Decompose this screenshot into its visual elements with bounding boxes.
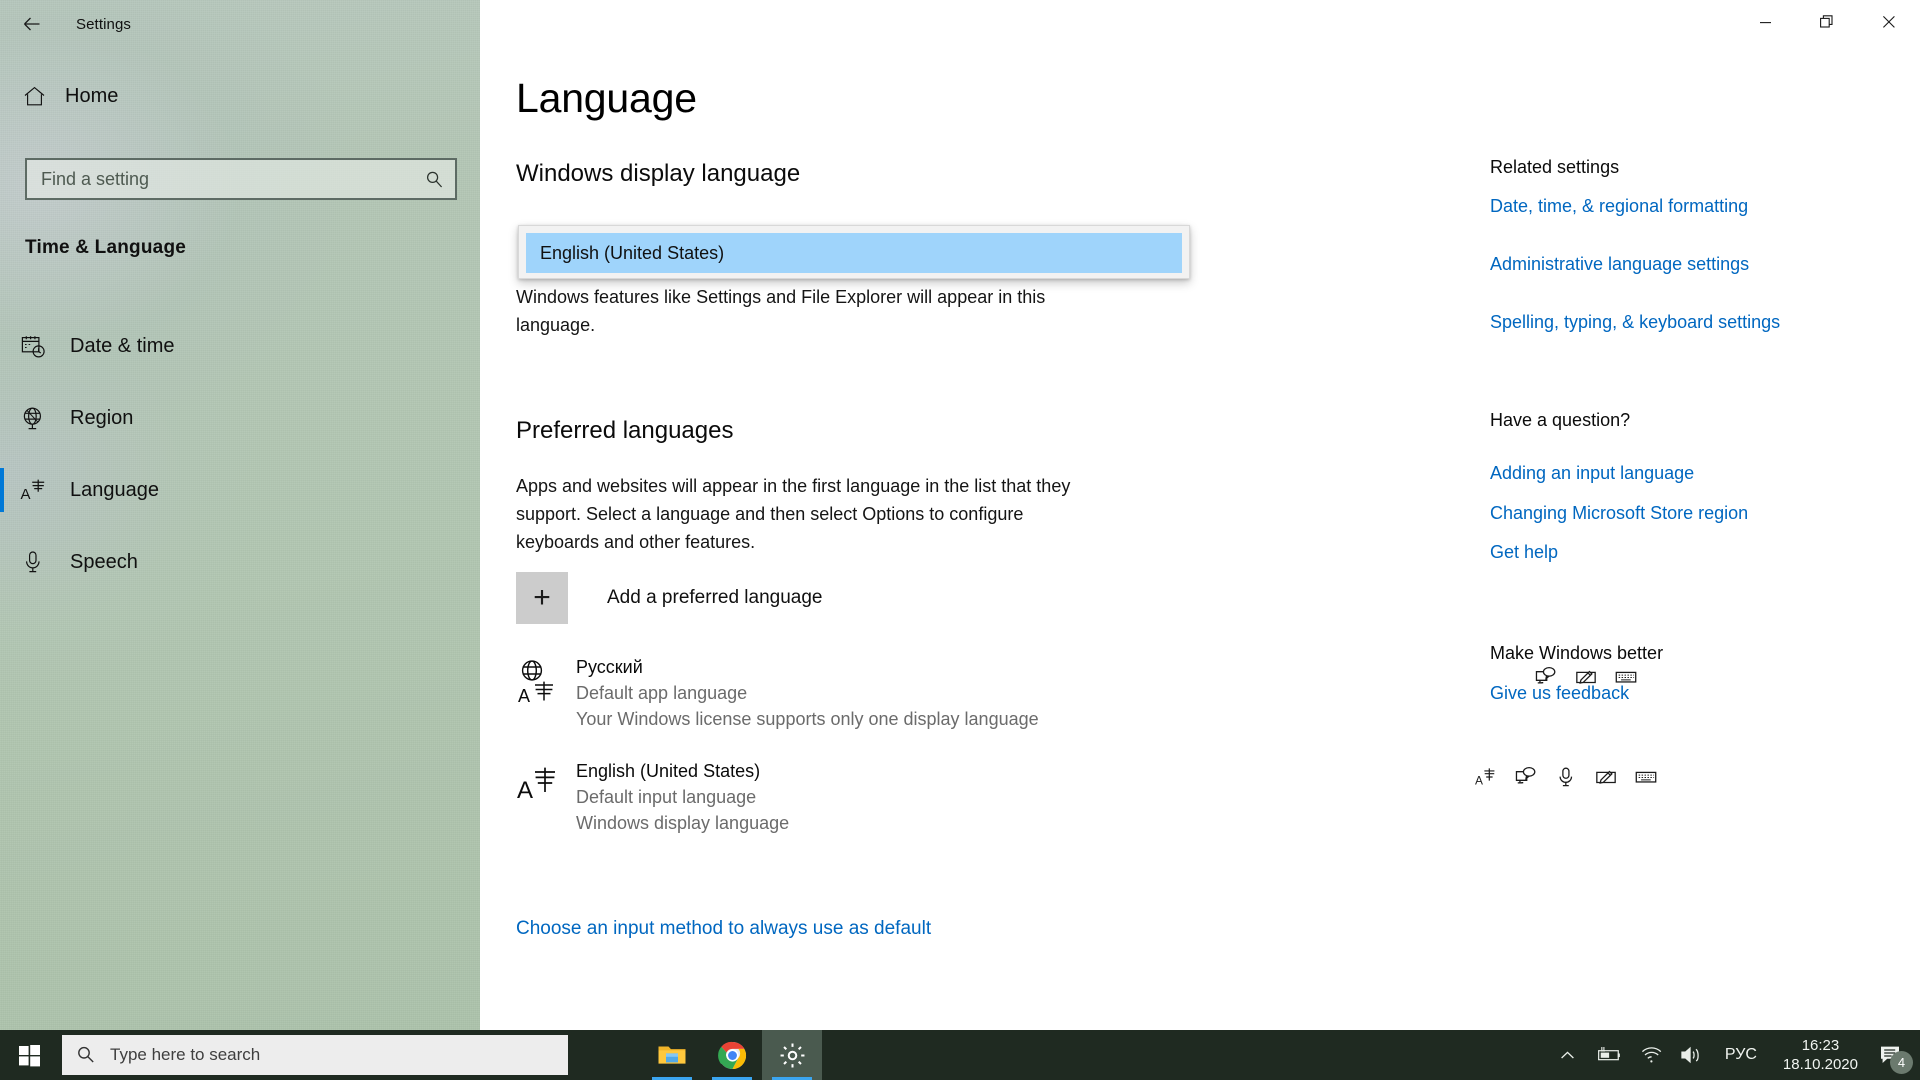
windows-logo-icon: [18, 1044, 40, 1066]
language-name: English (United States): [576, 761, 761, 781]
sidebar-item-speech[interactable]: Speech: [0, 526, 480, 598]
sidebar-item-region[interactable]: Region: [0, 382, 480, 454]
related-link[interactable]: Administrative language settings: [1490, 254, 1749, 275]
taskbar-search-input[interactable]: [110, 1045, 568, 1065]
dropdown-option-label: English (United States): [540, 242, 725, 263]
language-item-actions: A: [1475, 766, 1657, 793]
question-link[interactable]: Adding an input language: [1490, 463, 1694, 484]
wifi-icon[interactable]: [1631, 1030, 1671, 1080]
add-preferred-language-label: Add a preferred language: [607, 587, 823, 608]
related-settings-heading: Related settings: [1490, 157, 1620, 177]
sidebar-section-title: Time & Language: [25, 237, 187, 258]
search-icon: [62, 1045, 110, 1065]
start-button[interactable]: [0, 1030, 58, 1080]
taskbar-chrome-button[interactable]: [702, 1030, 762, 1080]
display-icon: [1515, 766, 1537, 793]
make-windows-better-heading: Make Windows better: [1490, 643, 1664, 663]
globe-translate-icon: A: [516, 654, 576, 732]
display-language-description: Windows features like Settings and File …: [516, 287, 1046, 335]
sidebar-item-language[interactable]: A Language: [0, 454, 480, 526]
sidebar-item-date-time[interactable]: Date & time: [0, 310, 480, 382]
related-link[interactable]: Date, time, & regional formatting: [1490, 196, 1748, 217]
language-sub-secondary: Your Windows license supports only one d…: [576, 709, 1039, 729]
svg-text:A: A: [518, 686, 530, 706]
language-sub-secondary: Windows display language: [576, 813, 790, 833]
microphone-icon: [1555, 766, 1577, 793]
handwriting-icon: [1595, 766, 1617, 793]
clock-date: 18.10.2020: [1782, 1056, 1858, 1073]
language-list-item[interactable]: A English (United States) Default input …: [516, 758, 1216, 836]
window-title: Settings: [76, 15, 131, 33]
battery-charging-icon[interactable]: [1585, 1030, 1631, 1080]
language-item-texts: English (United States) Default input la…: [576, 758, 789, 836]
screen: Settings Home Find a setting Time & Lang…: [0, 0, 1920, 1080]
have-a-question-heading: Have a question?: [1490, 410, 1631, 430]
taskbar: РУС 16:23 18.10.2020 4: [0, 1030, 1920, 1080]
settings-window: Settings Home Find a setting Time & Lang…: [0, 0, 1920, 1030]
taskbar-settings-button[interactable]: [762, 1030, 822, 1080]
sidebar-titlebar: Settings: [0, 0, 480, 48]
sidebar-nav-list: Date & time Region A Language Speech: [0, 310, 480, 598]
volume-icon[interactable]: [1671, 1030, 1713, 1080]
sidebar-item-home[interactable]: Home: [0, 75, 480, 117]
system-tray: РУС 16:23 18.10.2020 4: [1550, 1030, 1920, 1080]
input-language-indicator[interactable]: РУС: [1713, 1046, 1769, 1064]
clock-time: 16:23: [1801, 1037, 1840, 1054]
choose-input-method-link[interactable]: Choose an input method to always use as …: [516, 918, 931, 940]
notification-badge: 4: [1890, 1051, 1913, 1074]
language-sub-primary: Default app language: [576, 683, 748, 703]
language-pack-icon: A: [1475, 766, 1497, 793]
sidebar-item-label: Language: [70, 478, 159, 501]
feedback-link[interactable]: Give us feedback: [1490, 683, 1629, 704]
selection-indicator: [0, 468, 4, 512]
home-label: Home: [65, 84, 119, 107]
settings-sidebar: Settings Home Find a setting Time & Lang…: [0, 0, 480, 1030]
taskbar-app-buttons: [642, 1030, 822, 1080]
sidebar-item-label: Date & time: [70, 334, 175, 357]
notification-center-button[interactable]: 4: [1872, 1030, 1920, 1080]
display-language-heading: Windows display language: [516, 160, 801, 187]
sidebar-item-label: Speech: [70, 550, 138, 573]
search-icon: [413, 170, 455, 189]
language-pack-icon: A: [516, 758, 576, 836]
gear-icon: [780, 1043, 804, 1067]
language-sub-primary: Default input language: [576, 787, 757, 807]
sidebar-item-label: Region: [70, 406, 134, 429]
language-icon: A: [20, 474, 62, 506]
search-input[interactable]: [27, 168, 413, 190]
question-link[interactable]: Changing Microsoft Store region: [1490, 503, 1748, 524]
plus-icon: +: [516, 572, 568, 624]
taskbar-file-explorer-button[interactable]: [642, 1030, 702, 1080]
language-name: Русский: [576, 657, 643, 677]
keyboard-icon: [1635, 766, 1657, 793]
microphone-icon: [20, 546, 62, 578]
back-button[interactable]: [8, 2, 56, 46]
plus-glyph: +: [533, 581, 551, 614]
language-item-texts: Русский Default app language Your Window…: [576, 654, 1039, 732]
svg-text:A: A: [517, 777, 533, 804]
page-title: Language: [516, 75, 697, 121]
dropdown-option-selected[interactable]: English (United States): [526, 233, 1182, 273]
language-list-item[interactable]: A Русский Default app language Your Wind…: [516, 654, 1216, 732]
globe-stand-icon: [20, 402, 62, 434]
question-link[interactable]: Get help: [1490, 542, 1558, 563]
svg-text:A: A: [1475, 773, 1483, 787]
home-icon: [22, 84, 56, 109]
sidebar-search[interactable]: [25, 158, 457, 200]
preferred-languages-description: Apps and websites will appear in the fir…: [516, 476, 1071, 552]
svg-text:A: A: [21, 486, 31, 503]
google-chrome-icon: [717, 1041, 746, 1069]
taskbar-search[interactable]: [62, 1035, 568, 1075]
preferred-languages-heading: Preferred languages: [516, 417, 734, 444]
file-explorer-icon: [658, 1046, 686, 1064]
display-language-dropdown[interactable]: English (United States): [518, 225, 1190, 279]
chevron-up-icon[interactable]: [1550, 1030, 1585, 1080]
clock[interactable]: 16:23 18.10.2020: [1769, 1030, 1872, 1080]
calendar-clock-icon: [20, 330, 62, 362]
related-link[interactable]: Spelling, typing, & keyboard settings: [1490, 312, 1780, 333]
add-preferred-language-button[interactable]: + Add a preferred language: [516, 572, 823, 624]
